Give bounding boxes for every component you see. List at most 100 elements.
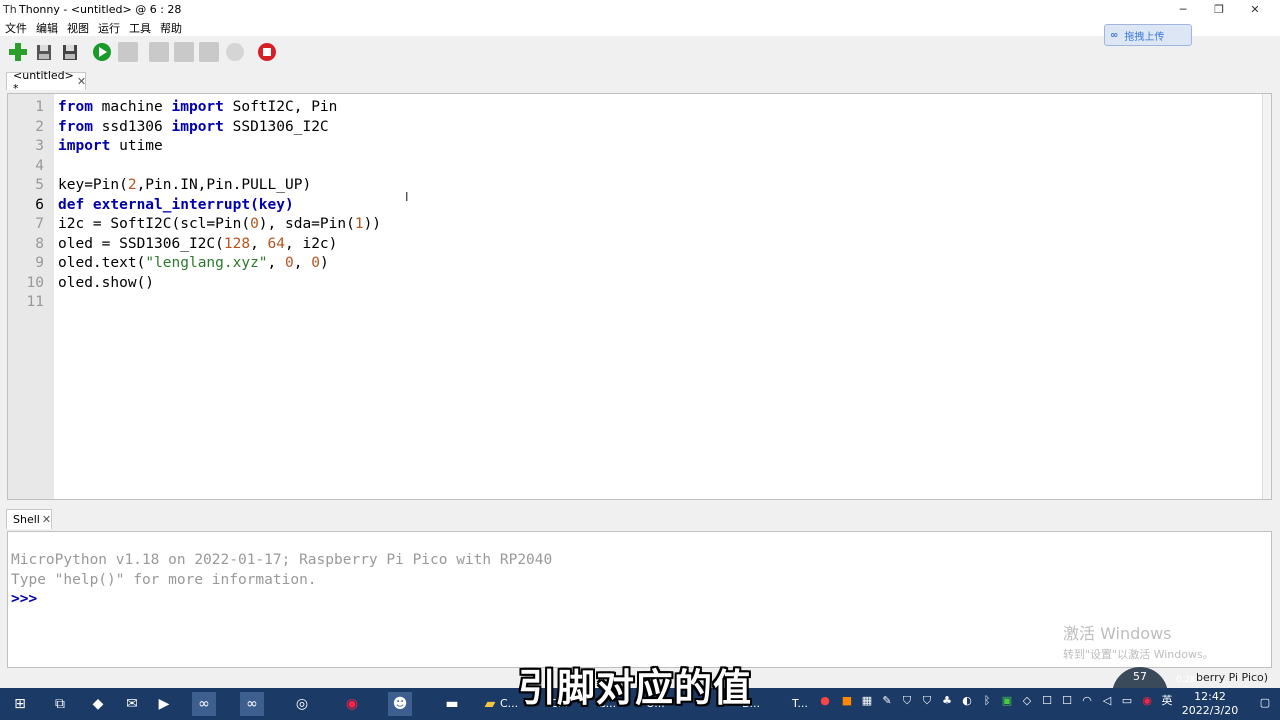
window-title: Thonny - <untitled> @ 6 : 28 <box>19 3 182 16</box>
menu-bar: 文件 编辑 视图 运行 工具 帮助 <box>0 19 1280 36</box>
folder-icon[interactable]: ▰ <box>478 692 502 716</box>
tray-app-icon[interactable]: ☐ <box>1040 694 1054 708</box>
code-line: import utime <box>58 138 163 154</box>
edge-browser-icon[interactable]: ◎ <box>290 692 314 716</box>
video-subtitle: 引脚对应的值 <box>518 666 753 710</box>
interpreter-status[interactable]: berry Pi Pico) <box>1196 671 1268 684</box>
code-line: from ssd1306 import SSD1306_I2C <box>58 118 329 135</box>
save-file-icon[interactable] <box>60 42 80 62</box>
text-cursor-icon: I <box>405 190 409 204</box>
line-number: 5 <box>35 177 44 193</box>
music-icon[interactable]: ◉ <box>340 692 364 716</box>
editor-tab-label: <untitled> * <box>13 68 74 95</box>
media-icon[interactable]: ▶ <box>152 692 176 716</box>
step-out-icon[interactable] <box>199 42 219 62</box>
watermark-subtitle: 转到"设置"以激活 Windows。 <box>1063 648 1214 661</box>
step-into-icon[interactable] <box>174 42 194 62</box>
line-number: 3 <box>35 138 44 154</box>
tray-app-icon[interactable]: ♣ <box>940 694 954 708</box>
line-number: 8 <box>35 235 44 252</box>
code-line: i2c = SoftI2C(scl=Pin(0), sda=Pin(1)) <box>58 216 382 232</box>
task-view-icon[interactable]: ⧉ <box>48 692 72 716</box>
editor-tab[interactable]: <untitled> * ✕ <box>6 69 86 95</box>
line-number: 11 <box>26 294 44 310</box>
line-number: 9 <box>35 255 44 271</box>
menu-edit[interactable]: 编辑 <box>36 20 58 36</box>
shell-tab[interactable]: Shell ✕ <box>6 509 52 529</box>
menu-file[interactable]: 文件 <box>5 20 27 36</box>
new-file-icon[interactable] <box>8 42 28 62</box>
step-over-icon[interactable] <box>149 42 169 62</box>
menu-help[interactable]: 帮助 <box>160 20 182 36</box>
shield-icon[interactable]: ⛉ <box>900 694 914 708</box>
windows-start-icon[interactable]: ⊞ <box>8 692 32 716</box>
shield-icon[interactable]: ⛉ <box>920 694 934 708</box>
taskbar-item[interactable]: T... <box>792 697 808 710</box>
wifi-icon[interactable]: ◠ <box>1080 694 1094 708</box>
shell-prompt[interactable]: >>> <box>11 591 37 607</box>
shell-info-line: Type "help()" for more information. <box>11 571 317 588</box>
notification-icon[interactable]: ▢ <box>1258 696 1272 710</box>
code-line: oled.show() <box>58 274 155 291</box>
code-line: from machine import SoftI2C, Pin <box>58 99 338 115</box>
qq-icon[interactable]: ☻ <box>388 692 412 716</box>
record-icon[interactable]: ● <box>818 694 832 708</box>
tab-close-icon[interactable]: ✕ <box>77 75 86 88</box>
code-line: oled.text("lenglang.xyz", 0, 0) <box>58 255 329 271</box>
bluetooth-icon[interactable]: ᛒ <box>980 694 994 708</box>
resume-icon[interactable] <box>225 42 245 62</box>
cloud-app-icon[interactable]: ∞ <box>240 692 264 716</box>
menu-tools[interactable]: 工具 <box>129 20 151 36</box>
nvidia-icon[interactable]: ▣ <box>1000 694 1014 708</box>
shell-panel[interactable]: MicroPython v1.18 on 2022-01-17; Raspber… <box>7 531 1272 668</box>
run-icon[interactable] <box>92 42 112 62</box>
tray-app-icon[interactable]: ■ <box>840 694 854 708</box>
cloud-icon: ∞ <box>1110 29 1119 41</box>
line-number: 7 <box>35 216 44 232</box>
tray-app-icon[interactable]: ◐ <box>960 694 974 708</box>
volume-icon[interactable]: ◁ <box>1100 694 1114 708</box>
tray-app-icon[interactable]: ◇ <box>1020 694 1034 708</box>
upload-label: 拖拽上传 <box>1124 31 1165 43</box>
line-number: 10 <box>26 274 44 291</box>
menu-view[interactable]: 视图 <box>67 20 89 36</box>
tray-app-icon[interactable]: ▦ <box>860 694 874 708</box>
tray-app-icon[interactable]: ☐ <box>1060 694 1074 708</box>
menu-run[interactable]: 运行 <box>98 20 120 36</box>
clock-time: 12:42 <box>1194 690 1226 703</box>
shell-tab-label: Shell <box>13 513 40 526</box>
code-line: key=Pin(2,Pin.IN,Pin.PULL_UP) <box>58 177 312 193</box>
clock-date: 2022/3/20 <box>1181 704 1239 717</box>
line-number: 1 <box>35 99 44 115</box>
upload-button[interactable]: ∞ 拖拽上传 <box>1104 24 1192 46</box>
code-line: oled = SSD1306_I2C(128, 64, i2c) <box>58 235 338 252</box>
line-number: 4 <box>35 157 44 174</box>
open-file-icon[interactable] <box>34 42 54 62</box>
music-tray-icon[interactable]: ◉ <box>1140 694 1154 708</box>
app-icon[interactable]: ◆ <box>86 692 110 716</box>
tab-close-icon[interactable]: ✕ <box>42 513 51 526</box>
line-number-gutter: 1 2 3 4 5 6 7 8 9 10 11 <box>8 94 54 499</box>
system-clock[interactable]: 12:42 2022/3/20 <box>1178 690 1242 718</box>
line-number: 6 <box>35 196 44 213</box>
minimize-button[interactable]: ─ <box>1168 0 1198 19</box>
input-method-indicator[interactable]: 英 <box>1160 694 1174 708</box>
stop-icon[interactable] <box>257 42 277 62</box>
close-button[interactable]: ✕ <box>1240 0 1270 19</box>
line-number: 2 <box>35 118 44 135</box>
tray-app-icon[interactable]: ✎ <box>880 694 894 708</box>
code-line: def external_interrupt(key) <box>58 196 294 213</box>
activation-watermark: 激活 Windows 转到"设置"以激活 Windows。 <box>1063 620 1214 662</box>
tray-app-icon[interactable]: ▭ <box>1120 694 1134 708</box>
app-icon[interactable]: ▬ <box>440 692 464 716</box>
shell-banner-line: MicroPython v1.18 on 2022-01-17; Raspber… <box>11 552 553 568</box>
cloud-app-icon[interactable]: ∞ <box>192 692 216 716</box>
editor-scrollbar[interactable] <box>1262 94 1271 499</box>
mail-icon[interactable]: ✉ <box>120 692 144 716</box>
thonny-app-icon: Th <box>3 2 17 16</box>
code-editor[interactable]: 1 2 3 4 5 6 7 8 9 10 11 from machine imp… <box>7 93 1272 500</box>
maximize-button[interactable]: ❐ <box>1204 0 1234 19</box>
debug-icon[interactable] <box>118 42 138 62</box>
taskbar-item[interactable]: C... <box>500 697 518 710</box>
speed-value: 57 <box>1133 670 1147 683</box>
